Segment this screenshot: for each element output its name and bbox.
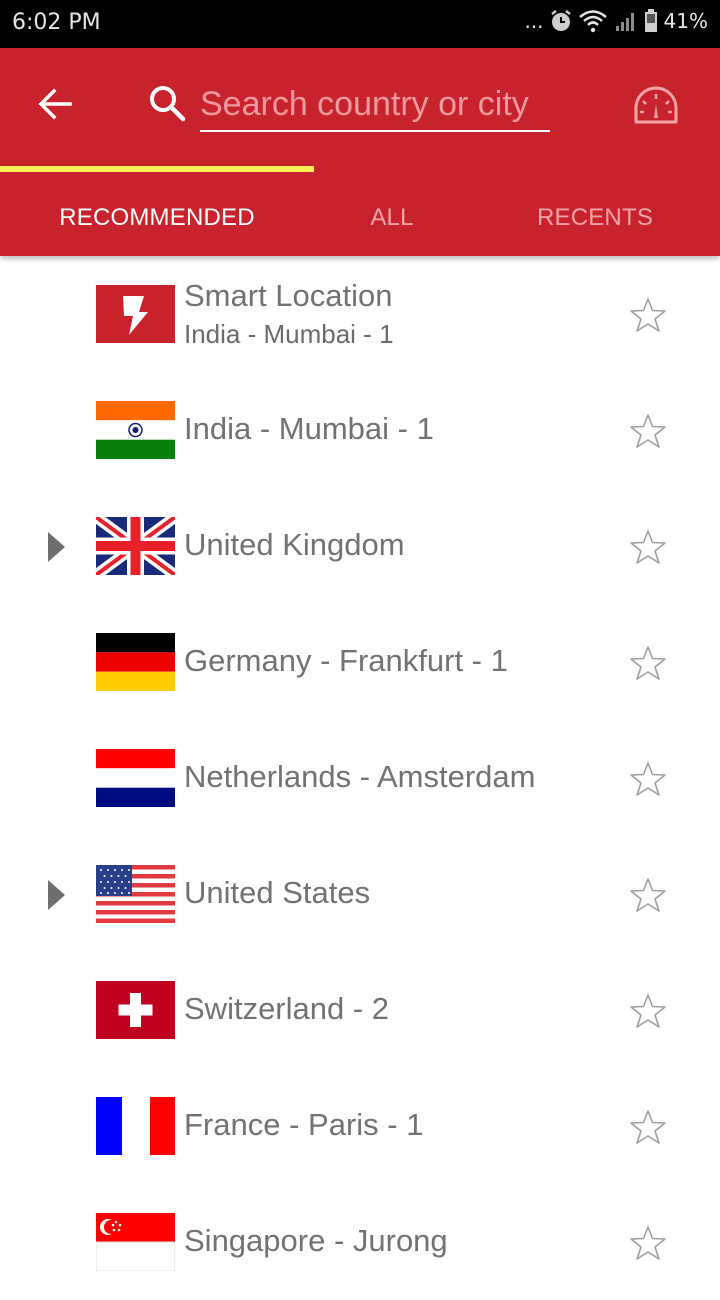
status-bar: 6:02 PM ... 41%: [0, 0, 720, 48]
status-icons: ... 41%: [524, 9, 708, 33]
notification-overflow: ...: [524, 9, 544, 33]
battery-icon: [644, 9, 658, 33]
location-name: Switzerland - 2: [184, 991, 390, 1026]
favorite-star-icon[interactable]: [628, 876, 668, 914]
favorite-star-icon[interactable]: [628, 412, 668, 450]
favorite-star-icon[interactable]: [628, 644, 668, 682]
location-name: United Kingdom: [184, 527, 405, 562]
location-name: France - Paris - 1: [184, 1107, 424, 1142]
list-item-switzerland[interactable]: Switzerland - 2: [0, 952, 720, 1068]
switzerland-flag-icon: [96, 981, 175, 1039]
location-list: Smart Location India - Mumbai - 1 India …: [0, 256, 720, 1300]
location-subtitle: India - Mumbai - 1: [184, 319, 394, 349]
location-name: Singapore - Jurong: [184, 1223, 448, 1258]
tab-all[interactable]: ALL: [314, 180, 470, 256]
expand-arrow-icon[interactable]: [48, 880, 65, 910]
list-item-netherlands[interactable]: Netherlands - Amsterdam: [0, 720, 720, 836]
status-time: 6:02 PM: [12, 10, 101, 35]
united-states-flag-icon: [96, 865, 175, 923]
search-field: [200, 78, 550, 132]
tab-bar: RECOMMENDED ALL RECENTS: [0, 180, 720, 256]
germany-flag-icon: [96, 633, 175, 691]
expand-arrow-icon[interactable]: [48, 532, 65, 562]
singapore-flag-icon: [96, 1213, 175, 1271]
favorite-star-icon[interactable]: [628, 296, 668, 334]
favorite-star-icon[interactable]: [628, 528, 668, 566]
search-input[interactable]: [200, 78, 550, 130]
favorite-star-icon[interactable]: [628, 992, 668, 1030]
list-item-united-kingdom[interactable]: United Kingdom: [0, 488, 720, 604]
speedometer-icon: [634, 86, 678, 124]
app-bar: RECOMMENDED ALL RECENTS: [0, 48, 720, 256]
speed-test-button[interactable]: [630, 82, 682, 126]
list-item-singapore[interactable]: Singapore - Jurong: [0, 1184, 720, 1300]
signal-icon: [614, 10, 638, 32]
list-item-smart-location[interactable]: Smart Location India - Mumbai - 1: [0, 256, 720, 372]
location-name: Netherlands - Amsterdam: [184, 759, 536, 794]
smart-location-icon: [96, 285, 175, 343]
wifi-icon: [578, 9, 608, 33]
list-item-germany[interactable]: Germany - Frankfurt - 1: [0, 604, 720, 720]
battery-percent: 41%: [663, 9, 708, 33]
favorite-star-icon[interactable]: [628, 760, 668, 798]
tab-recommended[interactable]: RECOMMENDED: [0, 180, 314, 256]
alarm-icon: [550, 9, 572, 33]
favorite-star-icon[interactable]: [628, 1108, 668, 1146]
list-item-france[interactable]: France - Paris - 1: [0, 1068, 720, 1184]
united-kingdom-flag-icon: [96, 517, 175, 575]
list-item-united-states[interactable]: United States: [0, 836, 720, 952]
netherlands-flag-icon: [96, 749, 175, 807]
location-name: United States: [184, 875, 371, 910]
france-flag-icon: [96, 1097, 175, 1155]
list-item-india[interactable]: India - Mumbai - 1: [0, 372, 720, 488]
location-name: Smart Location: [184, 278, 393, 313]
favorite-star-icon[interactable]: [628, 1224, 668, 1262]
location-name: India - Mumbai - 1: [184, 411, 434, 446]
arrow-left-icon: [38, 88, 72, 120]
back-button[interactable]: [34, 82, 78, 126]
tab-indicator: [0, 166, 314, 172]
search-icon: [146, 82, 190, 126]
location-name: Germany - Frankfurt - 1: [184, 643, 508, 678]
tab-recents[interactable]: RECENTS: [470, 180, 720, 256]
india-flag-icon: [96, 401, 175, 459]
